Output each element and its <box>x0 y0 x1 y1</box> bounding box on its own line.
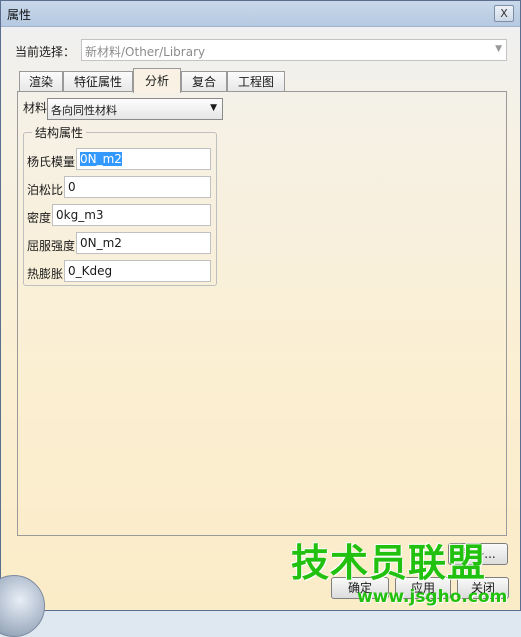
tab-render[interactable]: 渲染 <box>19 71 63 92</box>
current-selection-value: 新材料/Other/Library <box>85 45 206 59</box>
tab-label: 复合 <box>191 75 216 89</box>
material-type-select[interactable]: 各向同性材料 ▼ <box>47 98 223 120</box>
tab-label: 渲染 <box>28 75 53 89</box>
tab-feature-properties[interactable]: 特征属性 <box>63 71 133 92</box>
thermal-expansion-label: 热膨胀 <box>27 267 64 281</box>
apply-button[interactable]: 应用 <box>395 577 451 599</box>
poisson-ratio-input[interactable]: 0 <box>64 176 211 198</box>
density-label: 密度 <box>27 211 52 225</box>
yield-strength-label: 屈服强度 <box>27 239 76 253</box>
thermal-expansion-input[interactable]: 0_Kdeg <box>64 260 211 282</box>
material-type-value: 各向同性材料 <box>51 104 117 117</box>
material-label: 材料 <box>23 101 48 115</box>
density-input[interactable]: 0kg_m3 <box>52 204 211 226</box>
thermal-expansion-value: 0_Kdeg <box>68 264 113 278</box>
tab-composite[interactable]: 复合 <box>181 71 227 92</box>
selected-text: 0N_m2 <box>80 152 122 166</box>
title-bar[interactable]: 属性 X <box>1 1 520 27</box>
chevron-down-icon: ▼ <box>210 103 217 113</box>
current-selection-label: 当前选择： <box>15 45 76 59</box>
youngs-modulus-label: 杨氏模量 <box>27 155 76 169</box>
poisson-ratio-label: 泊松比 <box>27 183 64 197</box>
chevron-down-icon: ▼ <box>495 44 502 54</box>
close-icon: X <box>500 7 508 20</box>
more-button[interactable]: 更多... <box>448 543 508 565</box>
close-button[interactable]: 关闭 <box>457 577 509 599</box>
window-title: 属性 <box>7 8 32 22</box>
properties-dialog: 属性 X 当前选择： 新材料/Other/Library ▼ 渲染 特征属性 分… <box>0 0 521 637</box>
yield-strength-value: 0N_m2 <box>80 236 122 250</box>
tab-drawing[interactable]: 工程图 <box>227 71 285 92</box>
close-window-button[interactable]: X <box>494 5 514 22</box>
yield-strength-input[interactable]: 0N_m2 <box>76 232 211 254</box>
application-logo-icon <box>0 575 45 637</box>
ok-button[interactable]: 确定 <box>331 577 389 599</box>
density-value: 0kg_m3 <box>56 208 104 222</box>
group-title: 结构属性 <box>32 124 87 141</box>
tab-analysis[interactable]: 分析 <box>133 68 181 93</box>
poisson-ratio-value: 0 <box>68 180 76 194</box>
tab-label: 特征属性 <box>73 75 122 89</box>
youngs-modulus-input[interactable]: 0N_m2 <box>76 148 211 170</box>
current-selection-combo[interactable]: 新材料/Other/Library ▼ <box>81 39 507 61</box>
tab-label: 分析 <box>144 74 169 88</box>
tab-label: 工程图 <box>237 75 274 89</box>
